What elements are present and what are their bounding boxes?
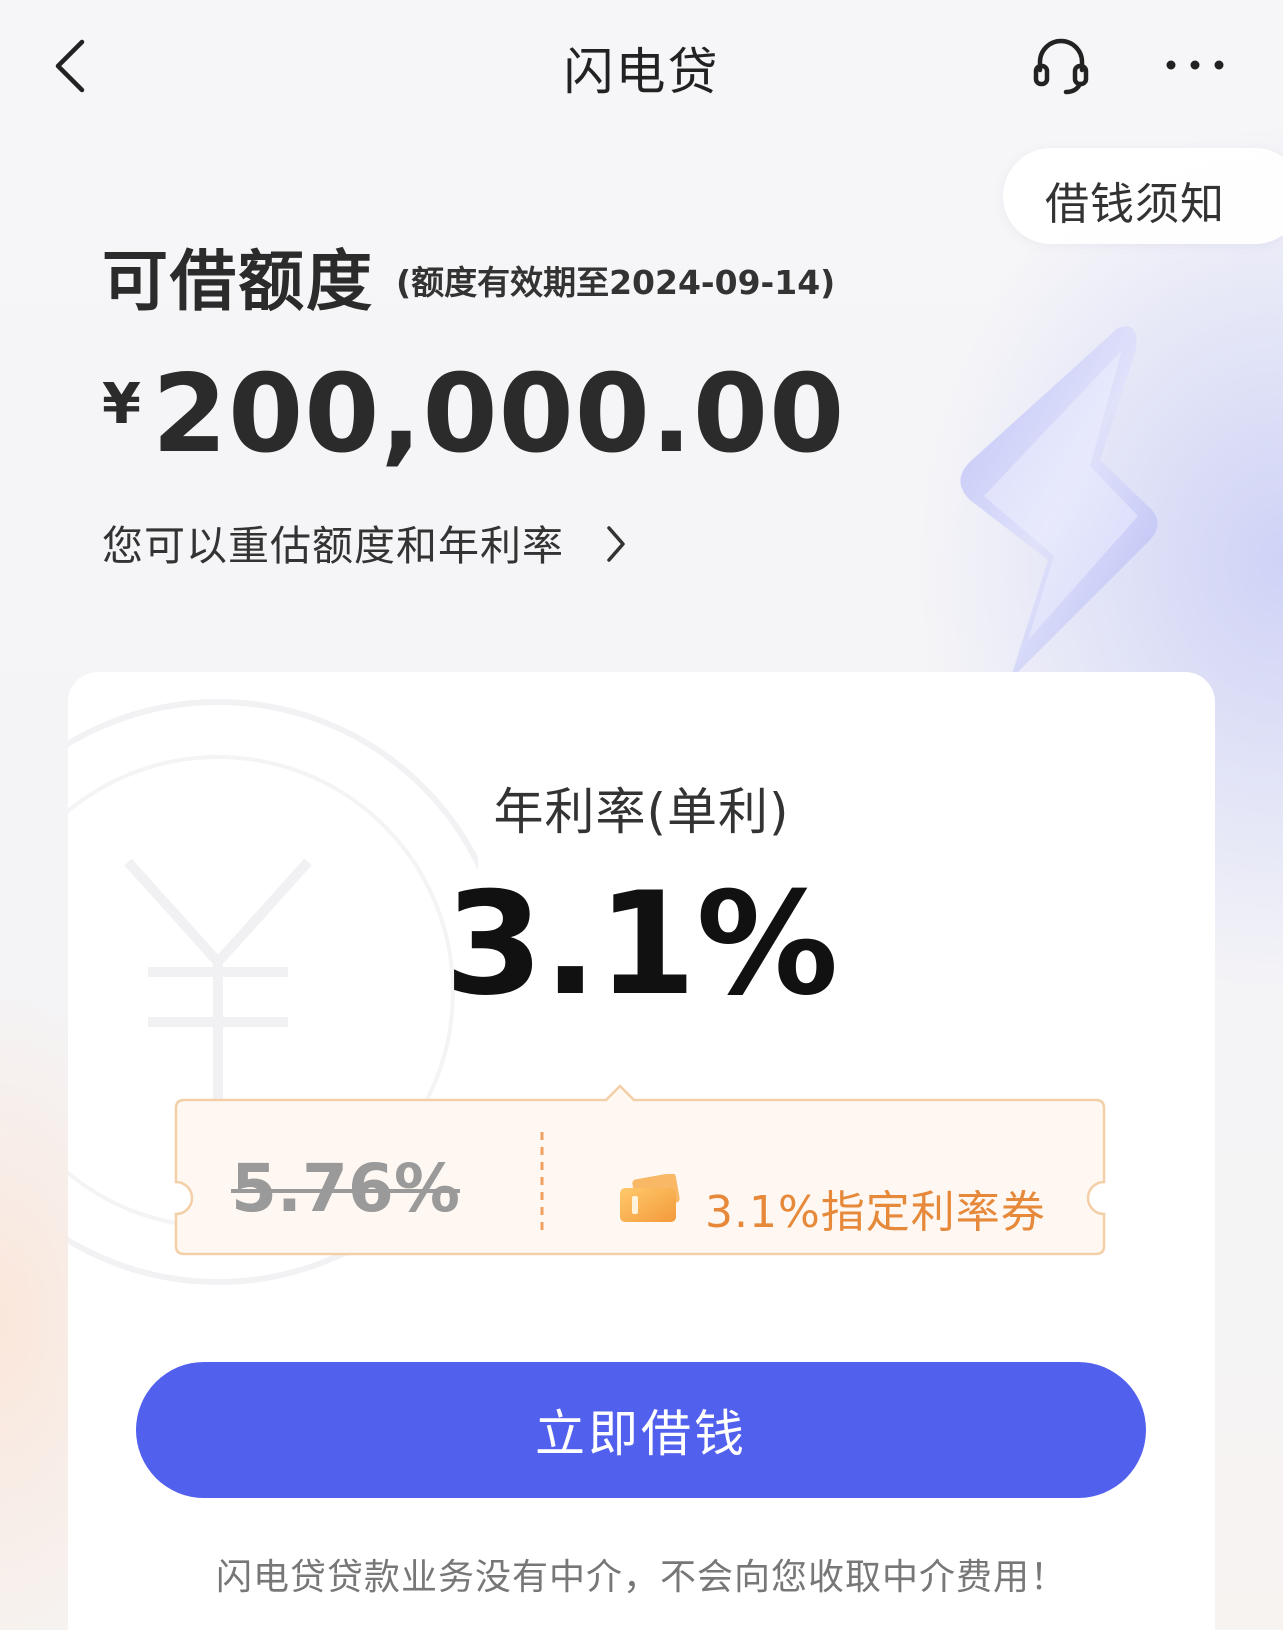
lightning-bolt-icon bbox=[960, 326, 1158, 680]
currency-symbol: ¥ bbox=[102, 372, 141, 437]
credit-limit-amount: 200,000.00 bbox=[152, 352, 846, 477]
credit-limit-expiry: (额度有效期至2024-09-14) bbox=[396, 263, 836, 302]
chevron-right-icon bbox=[607, 526, 625, 562]
loan-page: 闪电贷 借钱须知 可借额度 (额度有效期至2024-09-14) ¥ 200,0… bbox=[0, 0, 1283, 1630]
rate-coupon[interactable]: 5.76% 3.1%指定利率券 bbox=[168, 1062, 1112, 1262]
loan-card: 年利率(单利) 3.1% 5.76% 3.1%指定利率券 立即借钱 闪电贷贷款业… bbox=[68, 672, 1215, 1630]
annual-rate-label: 年利率(单利) bbox=[493, 783, 790, 841]
no-intermediary-disclaimer: 闪电贷贷款业务没有中介，不会向您收取中介费用！ bbox=[215, 1557, 1067, 1598]
original-rate: 5.76% bbox=[231, 1150, 460, 1227]
reassess-link-label: 您可以重估额度和年利率 bbox=[102, 522, 564, 570]
headset-icon bbox=[1033, 38, 1089, 95]
more-button[interactable] bbox=[1160, 40, 1230, 90]
coupon-label: 3.1%指定利率券 bbox=[705, 1187, 1046, 1238]
nav-bar: 闪电贷 bbox=[0, 0, 1283, 130]
reassess-limit-link[interactable]: 您可以重估额度和年利率 bbox=[102, 512, 662, 572]
borrow-now-button[interactable]: 立即借钱 bbox=[136, 1362, 1146, 1498]
customer-service-button[interactable] bbox=[1030, 34, 1092, 96]
more-dots-icon bbox=[1166, 60, 1224, 70]
annual-rate-value: 3.1% bbox=[444, 862, 839, 1027]
ticket-icon bbox=[620, 1174, 680, 1222]
credit-limit-title: 可借额度 bbox=[102, 243, 374, 320]
loan-notice-button[interactable]: 借钱须知 bbox=[1003, 148, 1283, 244]
loan-notice-label: 借钱须知 bbox=[1045, 179, 1225, 230]
